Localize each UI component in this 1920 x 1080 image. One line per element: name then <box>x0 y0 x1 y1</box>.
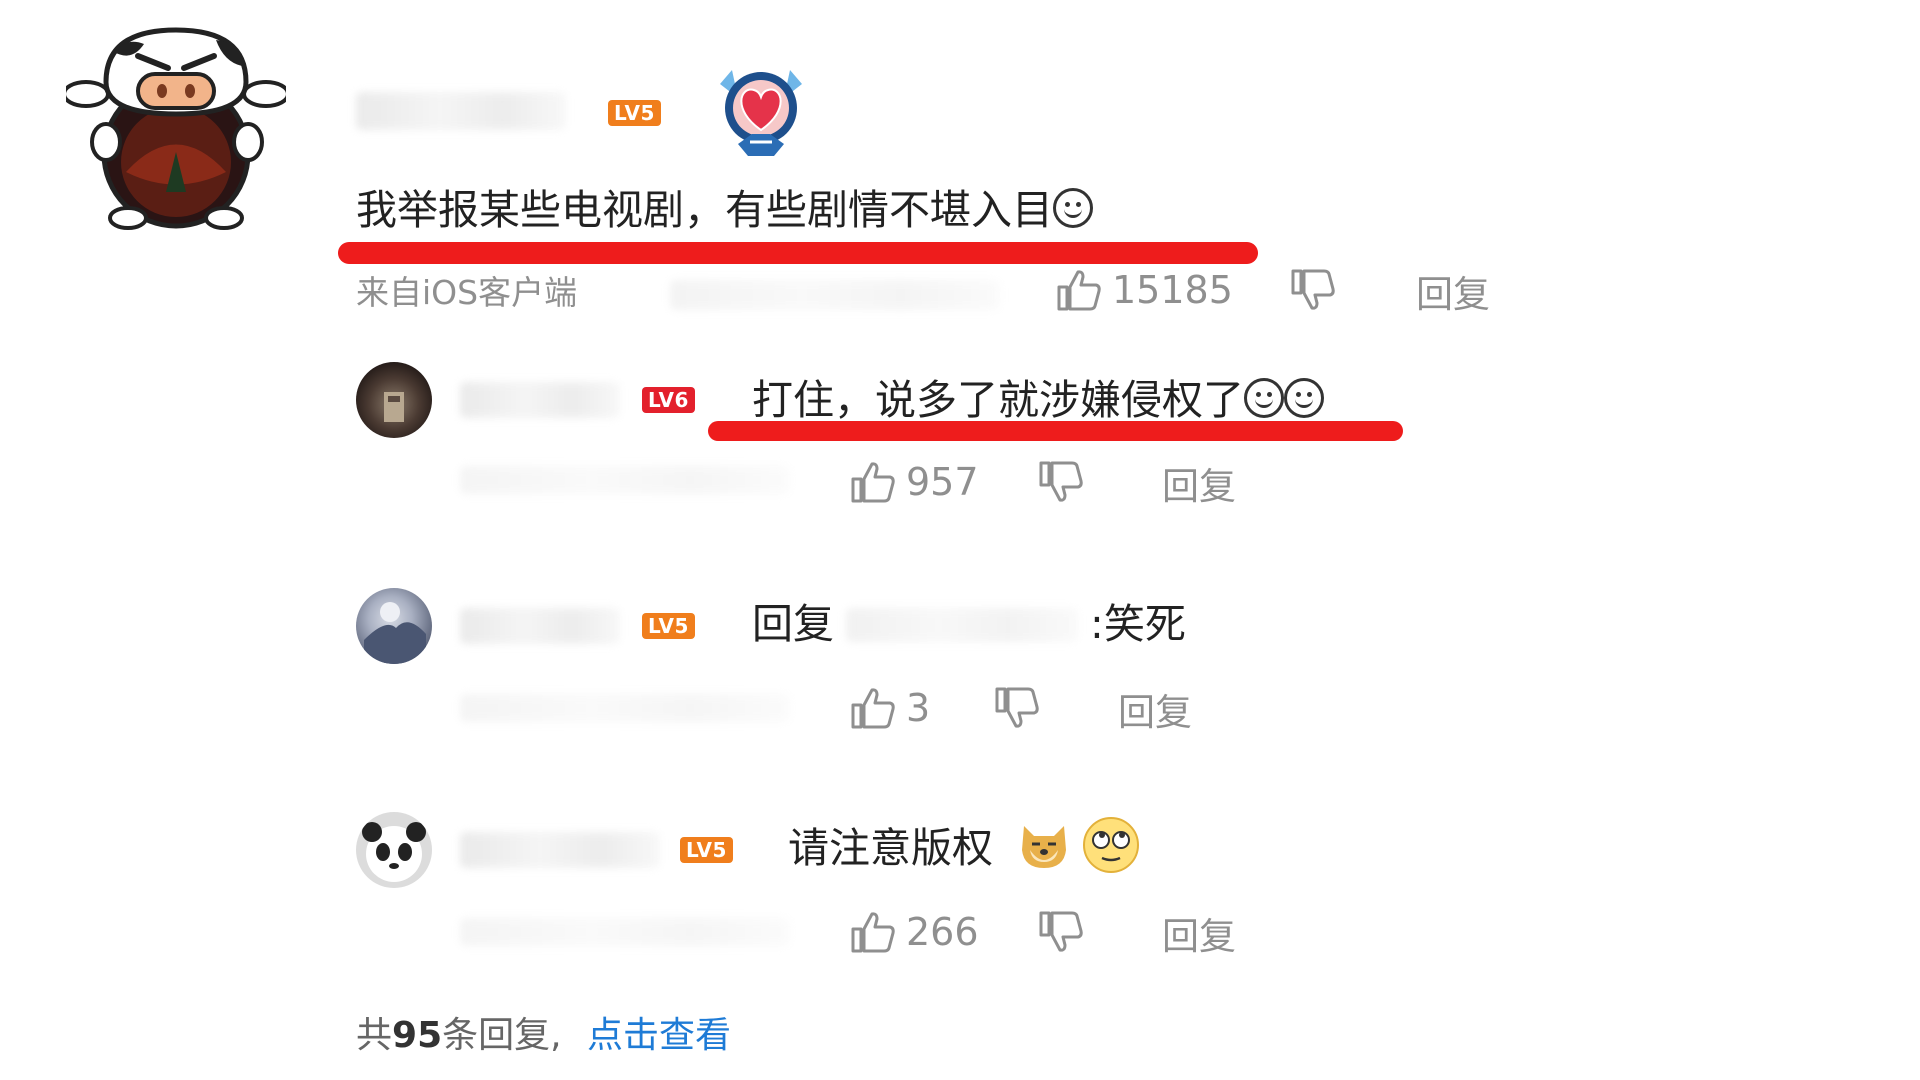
reply-count: 95 <box>392 1015 443 1056</box>
reply-text: 回复:笑死 <box>752 600 1186 648</box>
timestamp-blurred <box>460 466 790 494</box>
thumbs-down-icon <box>1039 911 1083 952</box>
user-photo-icon <box>364 602 426 664</box>
like-button[interactable]: 957 <box>850 460 979 504</box>
dislike-button[interactable] <box>1290 268 1336 312</box>
thumbs-up-icon <box>851 688 895 729</box>
thumbs-up-icon <box>1057 270 1101 311</box>
reply-username-blurred[interactable] <box>460 608 620 644</box>
like-count: 266 <box>906 910 979 954</box>
thumbs-up-icon <box>851 462 895 503</box>
reply-button[interactable]: 回复 <box>1118 694 1192 731</box>
smile-emoji-icon <box>1284 378 1324 418</box>
rolling-eyes-emoji-icon <box>1082 816 1140 874</box>
timestamp-blurred <box>460 694 790 722</box>
like-count: 957 <box>906 460 979 504</box>
reply-button[interactable]: 回复 <box>1162 468 1236 505</box>
like-button[interactable]: 3 <box>850 686 930 730</box>
level-badge: LV5 <box>608 100 661 126</box>
red-underline <box>708 421 1403 441</box>
reply-avatar[interactable] <box>356 588 432 664</box>
reply-avatar[interactable] <box>356 812 432 888</box>
panda-avatar-icon <box>362 822 426 882</box>
cow-avatar-icon <box>62 27 290 230</box>
thumbs-down-icon <box>1039 461 1083 502</box>
main-comment-avatar[interactable] <box>62 22 290 232</box>
dislike-button[interactable] <box>1038 460 1084 504</box>
reply-button[interactable]: 回复 <box>1416 276 1490 313</box>
heart-medal-icon <box>712 60 810 160</box>
mentioned-username-blurred[interactable] <box>846 608 1078 642</box>
smile-emoji-icon <box>1053 188 1093 228</box>
thumbs-up-icon <box>851 912 895 953</box>
timestamp-blurred <box>460 918 790 946</box>
reply-summary: 共95条回复, 点击查看 <box>356 1018 731 1054</box>
red-underline <box>338 242 1258 264</box>
level-badge: LV5 <box>642 613 695 639</box>
reply-username-blurred[interactable] <box>460 832 660 868</box>
reply-avatar[interactable] <box>356 362 432 438</box>
like-button[interactable]: 15185 <box>1056 268 1233 312</box>
like-button[interactable]: 266 <box>850 910 979 954</box>
timestamp-blurred <box>670 280 1000 310</box>
dislike-button[interactable] <box>1038 910 1084 954</box>
like-count: 3 <box>906 686 931 730</box>
main-comment-text: 我举报某些电视剧，有些剧情不堪入目 <box>356 188 1093 231</box>
reply-username-blurred[interactable] <box>460 382 620 418</box>
reply-text: 请注意版权 <box>788 824 993 872</box>
thumbs-down-icon <box>1291 269 1335 310</box>
smile-emoji-icon <box>1244 378 1284 418</box>
thumbs-down-icon <box>995 687 1039 728</box>
doge-emoji-icon <box>1016 816 1072 872</box>
like-count: 15185 <box>1112 268 1233 312</box>
reply-button[interactable]: 回复 <box>1162 918 1236 955</box>
main-username-blurred[interactable] <box>356 92 566 130</box>
dislike-button[interactable] <box>994 686 1040 730</box>
level-badge: LV6 <box>642 387 695 413</box>
user-photo-icon <box>384 392 404 422</box>
summary-prefix: 共 <box>356 1015 393 1056</box>
comment-source: 来自iOS客户端 <box>356 273 578 312</box>
level-badge: LV5 <box>680 837 733 863</box>
summary-suffix: 条回复, <box>442 1015 562 1056</box>
view-replies-link[interactable]: 点击查看 <box>587 1015 731 1056</box>
reply-text: 打住，说多了就涉嫌侵权了 <box>752 378 1324 421</box>
